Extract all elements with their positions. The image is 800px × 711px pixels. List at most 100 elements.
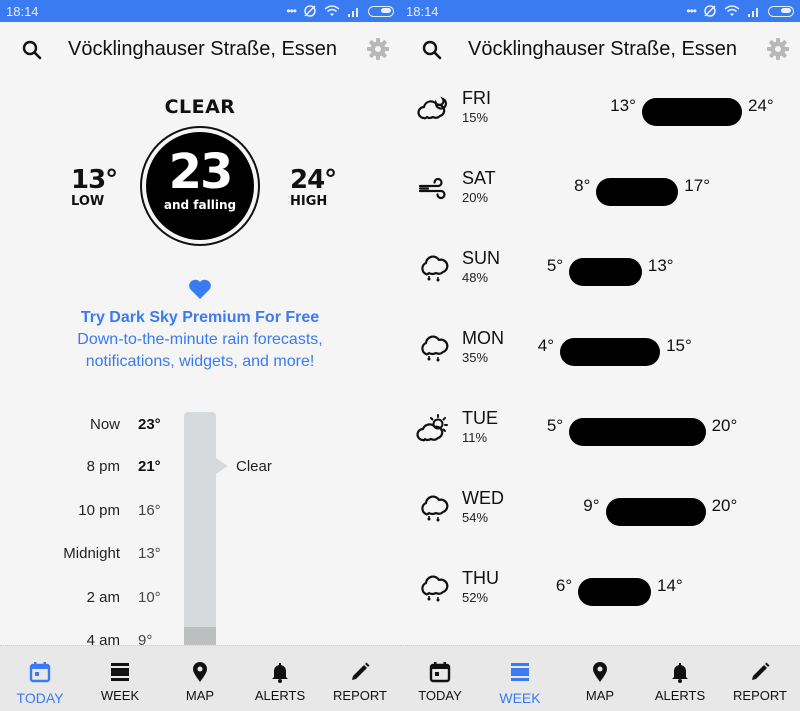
- search-icon[interactable]: [20, 38, 44, 62]
- map-pin-icon: [593, 662, 607, 682]
- day-low-temp: 4°: [537, 336, 554, 355]
- hourly-row: Midnight 13°: [0, 545, 170, 567]
- rain-icon: [421, 335, 449, 362]
- tab-label: REPORT: [733, 688, 787, 703]
- tab-label: WEEK: [100, 688, 140, 703]
- day-high-temp: 24°: [748, 96, 774, 115]
- promo-title[interactable]: Try Dark Sky Premium For Free: [0, 307, 400, 329]
- hour-temp: 16°: [138, 502, 161, 519]
- tab-label: MAP: [185, 688, 215, 703]
- high-temp: 24° HIGH: [290, 165, 337, 210]
- tab-label: ALERTS: [254, 688, 306, 703]
- precip-chance: 20%: [462, 190, 489, 205]
- hourly-row: 8 pm 21°: [0, 458, 170, 480]
- search-icon[interactable]: [420, 38, 444, 62]
- low-temp: 13° LOW: [71, 166, 118, 210]
- hour-label: Midnight: [63, 545, 120, 562]
- partly-cloudy-night-icon: [417, 96, 448, 120]
- location-title[interactable]: Vöcklinghauser Straße, Essen: [468, 38, 737, 61]
- condition-summary: CLEAR: [164, 96, 236, 118]
- precip-chance: 11%: [462, 430, 488, 445]
- precip-chance: 48%: [462, 270, 489, 285]
- hourly-timeline[interactable]: Now 23° 8 pm 21° 10 pm 16° Midnight 13° 2 am 10° 4…: [0, 412, 400, 649]
- bell-icon: [672, 663, 688, 683]
- day-name: FRI: [462, 88, 491, 108]
- wifi-icon: [724, 5, 740, 16]
- wifi-icon: [324, 5, 340, 16]
- day-high-temp: 15°: [666, 336, 692, 355]
- tab-week[interactable]: WEEK: [80, 646, 160, 711]
- current-temp-dial: 23 and falling: [140, 126, 260, 246]
- precip-chance: 52%: [462, 590, 489, 605]
- calendar-icon: [429, 662, 451, 683]
- day-row-wed[interactable]: WED 54% 9° 20°: [400, 486, 800, 530]
- map-pin-icon: [193, 662, 207, 682]
- day-low-temp: 6°: [555, 576, 573, 595]
- premium-promo[interactable]: Try Dark Sky Premium For Free Down-to-th…: [0, 278, 400, 373]
- temp-range-bar: [569, 418, 706, 446]
- hour-label: 2 am: [86, 589, 120, 606]
- temp-range-bar: [578, 578, 651, 606]
- precip-chance: 35%: [462, 350, 489, 365]
- timeline-pointer: [216, 458, 228, 474]
- battery-icon: [368, 5, 394, 17]
- hour-temp: 23°: [138, 416, 161, 433]
- day-low-temp: 8°: [574, 176, 591, 195]
- high-temp-value: 24°: [290, 165, 337, 195]
- day-row-sat[interactable]: SAT 20% 8° 17°: [400, 166, 800, 210]
- battery-icon: [768, 5, 794, 17]
- tab-map[interactable]: MAP: [160, 646, 240, 711]
- hourly-row: 10 pm 16°: [0, 502, 170, 524]
- day-low-temp: 5°: [546, 416, 564, 435]
- timeline-condition-label: Clear: [236, 458, 272, 475]
- tab-week[interactable]: WEEK: [480, 646, 560, 711]
- gear-icon[interactable]: [766, 37, 790, 61]
- temp-trend: and falling: [163, 198, 237, 212]
- day-row-mon[interactable]: MON 35% 4° 15°: [400, 326, 800, 370]
- tab-alerts[interactable]: ALERTS: [240, 646, 320, 711]
- tab-report[interactable]: REPORT: [320, 646, 400, 711]
- app-header: Vöcklinghauser Straße, Essen: [0, 22, 400, 78]
- promo-line-1: Down-to-the-minute rain forecasts,: [77, 331, 323, 348]
- tab-label: REPORT: [333, 688, 387, 703]
- day-row-thu[interactable]: THU 52% 6° 14°: [400, 566, 800, 610]
- precip-chance: 54%: [462, 510, 489, 525]
- tab-map[interactable]: MAP: [560, 646, 640, 711]
- tab-report[interactable]: REPORT: [720, 646, 800, 711]
- day-name: WED: [462, 488, 504, 508]
- tab-today[interactable]: TODAY: [400, 646, 480, 711]
- tab-label: MAP: [585, 688, 615, 703]
- day-name: THU: [462, 568, 499, 588]
- app-header: Vöcklinghauser Straße, Essen: [400, 22, 800, 78]
- day-name: SAT: [462, 168, 496, 188]
- day-high-temp: 13°: [647, 256, 674, 275]
- day-low-temp: 5°: [546, 256, 564, 275]
- tab-alerts[interactable]: ALERTS: [640, 646, 720, 711]
- pencil-icon: [352, 662, 370, 680]
- signal-icon: [748, 8, 758, 17]
- day-low-temp: 13°: [610, 96, 636, 115]
- tab-today[interactable]: TODAY: [0, 646, 80, 711]
- gear-icon[interactable]: [366, 37, 390, 61]
- day-row-sun[interactable]: SUN 48% 5° 13°: [400, 246, 800, 290]
- week-list-icon: [511, 663, 529, 681]
- hour-label: 10 pm: [78, 502, 120, 519]
- hour-temp: 21°: [138, 458, 161, 475]
- timeline-segment: [184, 627, 216, 645]
- status-time: 18:14: [406, 3, 439, 19]
- wind-icon: [418, 177, 446, 200]
- current-temp: 23: [168, 144, 234, 200]
- week-list-icon: [111, 663, 129, 681]
- more-dots-icon: •••: [686, 4, 697, 18]
- promo-line-2: notifications, widgets, and more!: [85, 353, 315, 370]
- day-row-tue[interactable]: TUE 11% 5° 20°: [400, 406, 800, 450]
- location-title[interactable]: Vöcklinghauser Straße, Essen: [68, 38, 337, 61]
- day-low-temp: 9°: [583, 496, 600, 515]
- hourly-row: 2 am 10°: [0, 589, 170, 611]
- day-row-fri[interactable]: FRI 15% 13° 24°: [400, 86, 800, 130]
- status-bar: 18:14 •••: [0, 0, 400, 22]
- tab-label: TODAY: [418, 688, 462, 703]
- hour-temp: 13°: [138, 545, 161, 562]
- hour-label: 8 pm: [86, 458, 120, 475]
- tab-label: TODAY: [16, 690, 64, 706]
